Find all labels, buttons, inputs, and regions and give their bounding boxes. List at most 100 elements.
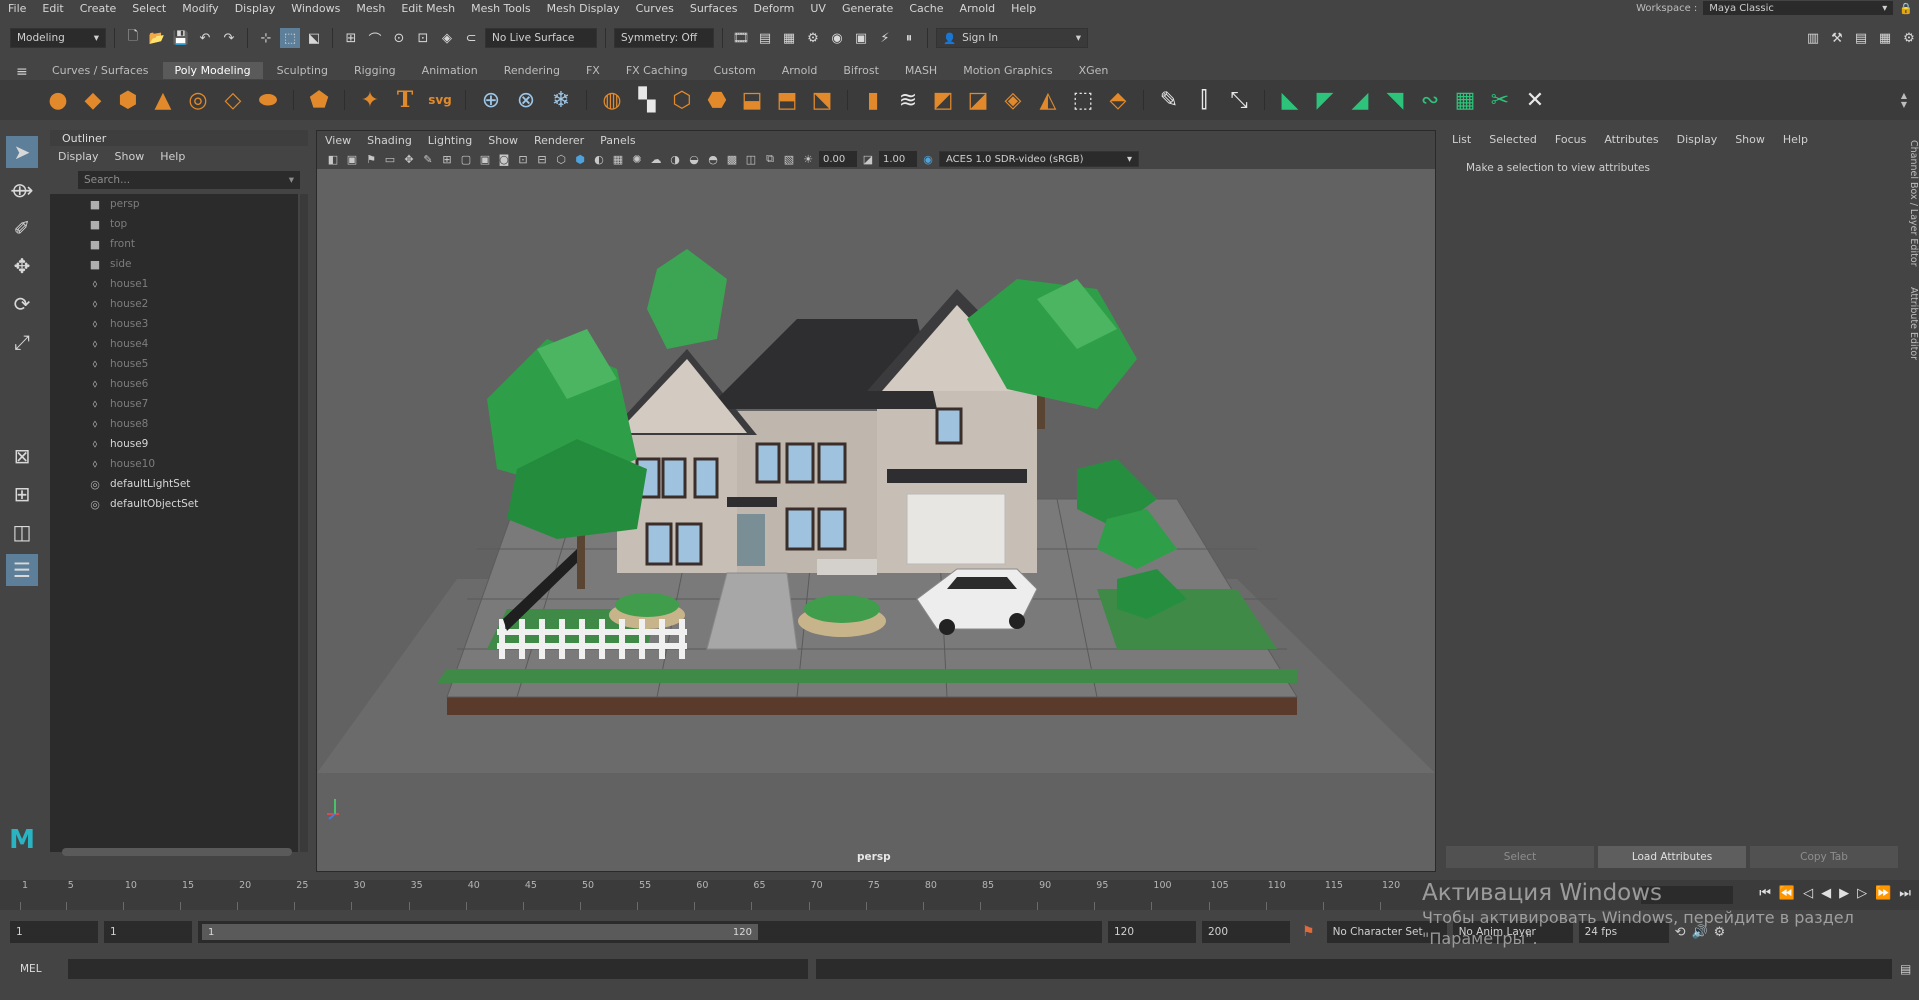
hypershade-icon[interactable]: ◉ [827, 28, 847, 48]
append-icon[interactable]: ◈ [999, 86, 1027, 114]
select-button[interactable]: Select [1446, 846, 1594, 868]
remesh-icon[interactable]: ⬒ [773, 86, 801, 114]
snap-view-icon[interactable]: ⊡ [413, 28, 433, 48]
measure-icon[interactable]: ⊕ [477, 86, 505, 114]
outliner-item-side[interactable]: ■ side [50, 254, 298, 274]
attribute-menu-attributes[interactable]: Attributes [1604, 133, 1658, 146]
shelf-scroll[interactable]: ▲ ▼ [1901, 91, 1919, 109]
viewport-menu-show[interactable]: Show [488, 134, 518, 147]
cylinder-icon[interactable]: ⬢ [114, 86, 142, 114]
outliner-item-house1[interactable]: ⬨ house1 [50, 274, 298, 294]
fill-hole-icon[interactable]: ◪ [964, 86, 992, 114]
viewport-menu-panels[interactable]: Panels [600, 134, 635, 147]
select-component-icon[interactable]: ⬕ [304, 28, 324, 48]
shelf-tab-animation[interactable]: Animation [410, 62, 490, 79]
single-pane-icon[interactable]: ⊠ [6, 440, 38, 472]
menu-generate[interactable]: Generate [834, 2, 901, 15]
shelf-tab-fx-caching[interactable]: FX Caching [614, 62, 700, 79]
outliner-item-house8[interactable]: ⬨ house8 [50, 414, 298, 434]
move-tool-icon[interactable]: ✥ [6, 250, 38, 282]
xray-joints-icon[interactable]: ⧉ [762, 151, 778, 167]
shelf-tab-curves-surfaces[interactable]: Curves / Surfaces [40, 62, 161, 79]
go-to-end-icon[interactable]: ⏭ [1899, 886, 1911, 901]
boolean-icon[interactable]: ⬣ [703, 86, 731, 114]
playback-end-field[interactable]: 120 [1108, 921, 1196, 943]
textured-icon[interactable]: ▦ [610, 151, 626, 167]
sphere-icon[interactable]: ● [44, 86, 72, 114]
snap-grid-icon[interactable]: ⊞ [341, 28, 361, 48]
lights-icon[interactable]: ✺ [629, 151, 645, 167]
default-material-icon[interactable]: ◐ [591, 151, 607, 167]
menu-set-dropdown[interactable]: Modeling ▾ [10, 28, 106, 48]
torus-icon[interactable]: ◎ [184, 86, 212, 114]
viewport-menu-shading[interactable]: Shading [367, 134, 412, 147]
save-scene-icon[interactable]: 💾 [171, 28, 191, 48]
separate-icon[interactable]: ▚ [633, 86, 661, 114]
menu-create[interactable]: Create [72, 2, 125, 15]
outliner-vertical-scrollbar[interactable] [300, 194, 308, 852]
gamma-icon[interactable]: ◪ [860, 151, 876, 167]
render-view-icon[interactable]: ▤ [755, 28, 775, 48]
disc-icon[interactable]: ⬬ [254, 86, 282, 114]
extrude-icon[interactable]: ▮ [859, 86, 887, 114]
outliner-menu-display[interactable]: Display [58, 150, 99, 163]
menu-windows[interactable]: Windows [283, 2, 348, 15]
menu-uv[interactable]: UV [802, 2, 834, 15]
shelf-tab-fx[interactable]: FX [574, 62, 612, 79]
camera-attributes-icon[interactable]: ▣ [344, 151, 360, 167]
range-slider[interactable]: 1 120 [198, 921, 1102, 943]
scene-render[interactable] [317, 169, 1435, 871]
menu-surfaces[interactable]: Surfaces [682, 2, 746, 15]
command-input[interactable] [68, 959, 808, 979]
grid-icon[interactable]: ⊞ [439, 151, 455, 167]
undo-icon[interactable]: ↶ [195, 28, 215, 48]
auto-key-icon[interactable]: ⚑ [1296, 924, 1321, 940]
bridge-icon[interactable]: ≋ [894, 86, 922, 114]
timeline-ruler[interactable]: 1 5 10 15 20 25 30 35 40 45 50 55 60 65 70 75 80 85 90 95 10… [20, 880, 1420, 910]
lasso-tool-icon[interactable]: ⟴ [6, 174, 38, 206]
menu-curves[interactable]: Curves [628, 2, 682, 15]
render-settings-icon[interactable]: ⚙ [803, 28, 823, 48]
resolution-gate-icon[interactable]: ▣ [477, 151, 493, 167]
outliner-layout-icon[interactable]: ☰ [6, 554, 38, 586]
type-icon[interactable]: ⊗ [512, 86, 540, 114]
scale-tool-icon[interactable]: ⤢ [6, 326, 38, 358]
arnold-render-icon[interactable]: ⚡ [875, 28, 895, 48]
uv-unfold-icon[interactable]: ∾ [1416, 86, 1444, 114]
viewport-panel[interactable]: View Shading Lighting Show Renderer Panels ◧ … [316, 130, 1436, 872]
motion-blur-icon[interactable]: ◒ [686, 151, 702, 167]
tab-attribute-editor[interactable]: Attribute Editor [1903, 287, 1919, 360]
step-forward-key-icon[interactable]: ⏩ [1875, 886, 1891, 901]
outliner-item-defaultlightset[interactable]: ◎ defaultLightSet [50, 474, 298, 494]
bevel-icon[interactable]: ◩ [929, 86, 957, 114]
exposure-icon[interactable]: ☀ [800, 151, 816, 167]
magnet-icon[interactable]: ⊂ [461, 28, 481, 48]
outliner-item-front[interactable]: ■ front [50, 234, 298, 254]
cone-icon[interactable]: ▲ [149, 86, 177, 114]
attribute-menu-display[interactable]: Display [1677, 133, 1718, 146]
open-scene-icon[interactable]: 📂 [147, 28, 167, 48]
shelf-tab-motion-graphics[interactable]: Motion Graphics [951, 62, 1064, 79]
select-object-icon[interactable]: ⬚ [280, 28, 300, 48]
shelf-tab-sculpting[interactable]: Sculpting [265, 62, 340, 79]
lock-icon[interactable]: 🔒 [1899, 2, 1913, 15]
channel-box-icon[interactable]: ▤ [1851, 28, 1871, 48]
outliner-item-defaultobjectset[interactable]: ◎ defaultObjectSet [50, 494, 298, 514]
shelf-tab-custom[interactable]: Custom [702, 62, 768, 79]
attribute-editor-icon[interactable]: ▦ [1875, 28, 1895, 48]
attribute-menu-show[interactable]: Show [1735, 133, 1765, 146]
paint-select-icon[interactable]: ✐ [6, 212, 38, 244]
gate-mask-icon[interactable]: ◙ [496, 151, 512, 167]
outliner-item-house9[interactable]: ⬨ house9 [50, 434, 298, 454]
ipr-render-icon[interactable]: ▦ [779, 28, 799, 48]
snap-surface-icon[interactable]: ◈ [437, 28, 457, 48]
redo-icon[interactable]: ↷ [219, 28, 239, 48]
isolate-select-icon[interactable]: ▩ [724, 151, 740, 167]
mirror-icon[interactable]: ⬓ [738, 86, 766, 114]
menu-cache[interactable]: Cache [901, 2, 951, 15]
outliner-menu-help[interactable]: Help [160, 150, 185, 163]
workspace-dropdown[interactable]: Maya Classic ▾ [1703, 1, 1894, 15]
attribute-menu-focus[interactable]: Focus [1555, 133, 1586, 146]
menu-arnold[interactable]: Arnold [952, 2, 1004, 15]
target-weld-icon[interactable]: ⤡ [1225, 86, 1253, 114]
